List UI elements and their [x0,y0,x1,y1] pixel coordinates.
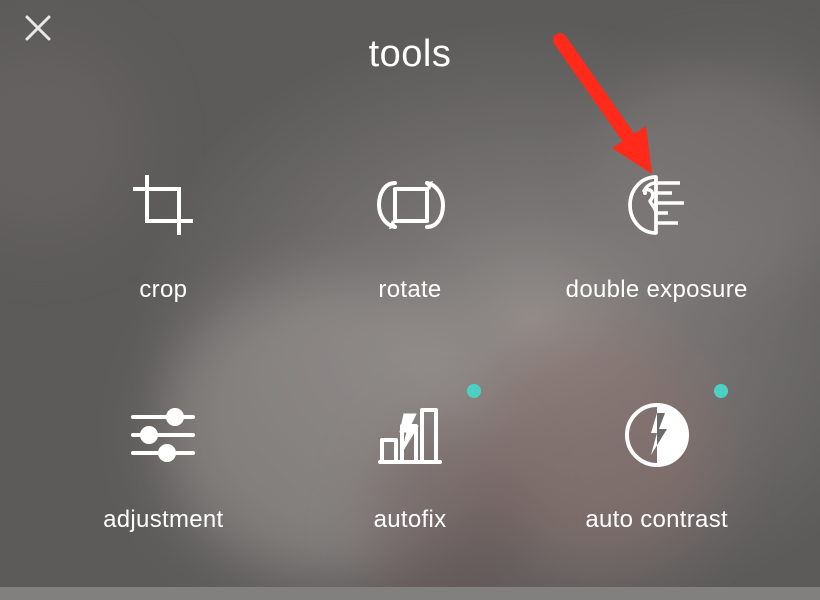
tool-label: double exposure [566,276,748,304]
tool-double-exposure[interactable]: double exposure [533,140,780,370]
crop-icon [118,160,208,250]
tool-label: rotate [378,276,441,304]
page-title: tools [0,33,820,76]
new-badge [714,384,728,398]
tool-label: autofix [374,506,447,534]
double-exposure-icon [612,160,702,250]
tool-label: adjustment [103,506,223,534]
tool-rotate[interactable]: rotate [287,140,534,370]
autofix-icon [365,390,455,480]
tool-autofix[interactable]: autofix [287,370,534,600]
tool-crop[interactable]: crop [40,140,287,370]
adjustment-icon [118,390,208,480]
tool-adjustment[interactable]: adjustment [40,370,287,600]
tool-label: auto contrast [585,506,728,534]
tool-auto-contrast[interactable]: auto contrast [533,370,780,600]
tools-grid: crop rotate [40,140,780,587]
rotate-icon [365,160,455,250]
auto-contrast-icon [612,390,702,480]
tool-label: crop [139,276,187,304]
new-badge [467,384,481,398]
